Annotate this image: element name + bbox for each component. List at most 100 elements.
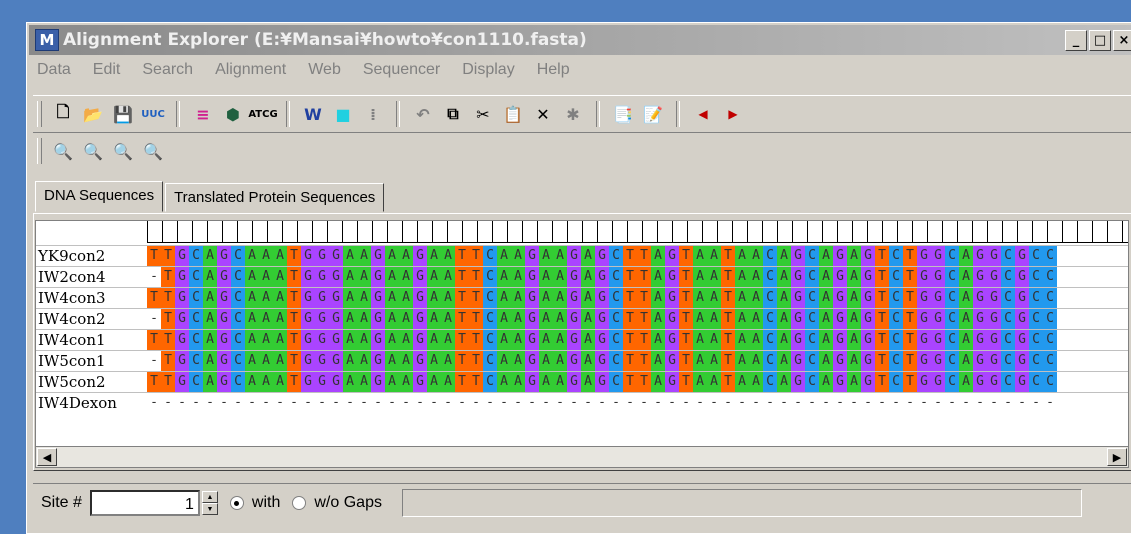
site-header-cell[interactable] xyxy=(867,221,883,243)
base-cell[interactable]: T xyxy=(147,246,161,266)
base-cell[interactable]: A xyxy=(959,351,973,371)
base-cell[interactable]: C xyxy=(483,288,497,308)
base-cell[interactable]: - xyxy=(245,393,259,413)
base-cell[interactable]: T xyxy=(637,246,651,266)
base-cell[interactable]: A xyxy=(553,267,567,287)
base-cell[interactable]: - xyxy=(819,393,833,413)
base-cell[interactable]: A xyxy=(497,267,511,287)
base-cell[interactable]: A xyxy=(553,372,567,392)
base-cell[interactable]: C xyxy=(945,372,959,392)
base-cell[interactable]: - xyxy=(497,393,511,413)
base-cell[interactable]: G xyxy=(371,330,385,350)
base-cell[interactable]: G xyxy=(931,330,945,350)
base-cell[interactable]: C xyxy=(945,267,959,287)
base-cell[interactable]: C xyxy=(1029,330,1043,350)
base-cell[interactable]: G xyxy=(595,351,609,371)
site-header-cell[interactable] xyxy=(612,221,628,243)
base-cell[interactable]: G xyxy=(861,351,875,371)
base-cell[interactable]: T xyxy=(875,246,889,266)
base-cell[interactable]: - xyxy=(1001,393,1015,413)
base-cell[interactable]: A xyxy=(693,330,707,350)
site-header-cell[interactable] xyxy=(522,221,538,243)
base-cell[interactable]: C xyxy=(889,267,903,287)
base-cell[interactable]: G xyxy=(665,246,679,266)
base-cell[interactable]: T xyxy=(623,267,637,287)
base-cell[interactable]: G xyxy=(567,372,581,392)
base-cell[interactable]: - xyxy=(875,393,889,413)
base-cell[interactable]: G xyxy=(413,309,427,329)
site-header-cell[interactable] xyxy=(447,221,463,243)
base-cell[interactable]: A xyxy=(245,351,259,371)
base-cell[interactable]: T xyxy=(455,351,469,371)
site-header-cell[interactable] xyxy=(267,221,283,243)
base-cell[interactable]: A xyxy=(203,372,217,392)
base-cell[interactable]: - xyxy=(581,393,595,413)
base-cell[interactable]: T xyxy=(623,351,637,371)
base-cell[interactable]: T xyxy=(469,309,483,329)
base-cell[interactable]: - xyxy=(147,267,161,287)
base-cell[interactable]: G xyxy=(987,246,1001,266)
base-cell[interactable]: A xyxy=(553,351,567,371)
base-cell[interactable]: G xyxy=(833,330,847,350)
base-cell[interactable]: C xyxy=(231,288,245,308)
align-web-icon[interactable]: ⬢ xyxy=(221,102,245,126)
append-icon[interactable]: 📝 xyxy=(641,102,665,126)
base-cell[interactable]: G xyxy=(301,288,315,308)
base-cell[interactable]: T xyxy=(637,351,651,371)
site-header-cell[interactable] xyxy=(957,221,973,243)
base-cell[interactable]: G xyxy=(175,372,189,392)
find-icon[interactable]: 🔍 xyxy=(51,139,75,163)
sequence-row[interactable]: TTGCAGCAAATGGGAAGAAGAATTCAAGAAGAGCTTAGTA… xyxy=(147,245,1128,266)
base-cell[interactable]: G xyxy=(567,246,581,266)
base-cell[interactable]: A xyxy=(735,372,749,392)
base-cell[interactable]: A xyxy=(385,309,399,329)
base-cell[interactable]: G xyxy=(595,288,609,308)
site-spinner[interactable]: ▲ ▼ xyxy=(201,491,218,515)
base-cell[interactable]: T xyxy=(623,330,637,350)
base-cell[interactable]: A xyxy=(847,372,861,392)
base-cell[interactable]: C xyxy=(763,309,777,329)
base-cell[interactable]: A xyxy=(203,246,217,266)
base-cell[interactable]: G xyxy=(371,267,385,287)
base-cell[interactable]: G xyxy=(1015,309,1029,329)
base-cell[interactable]: - xyxy=(847,393,861,413)
base-cell[interactable]: T xyxy=(679,372,693,392)
find-marked-icon[interactable]: 🔍 xyxy=(141,139,165,163)
base-cell[interactable]: T xyxy=(455,372,469,392)
base-cell[interactable]: - xyxy=(833,393,847,413)
base-cell[interactable]: - xyxy=(623,393,637,413)
base-cell[interactable]: T xyxy=(903,351,917,371)
base-cell[interactable]: A xyxy=(343,267,357,287)
base-cell[interactable]: G xyxy=(175,330,189,350)
base-cell[interactable]: - xyxy=(525,393,539,413)
base-cell[interactable]: A xyxy=(777,267,791,287)
base-cell[interactable]: T xyxy=(161,309,175,329)
base-cell[interactable]: - xyxy=(427,393,441,413)
base-cell[interactable]: G xyxy=(973,372,987,392)
base-cell[interactable]: G xyxy=(973,246,987,266)
base-cell[interactable]: A xyxy=(511,372,525,392)
base-cell[interactable]: A xyxy=(259,309,273,329)
base-cell[interactable]: - xyxy=(637,393,651,413)
base-cell[interactable]: G xyxy=(931,267,945,287)
base-cell[interactable]: A xyxy=(539,330,553,350)
base-cell[interactable]: A xyxy=(581,351,595,371)
site-header-cell[interactable] xyxy=(192,221,208,243)
base-cell[interactable]: T xyxy=(287,267,301,287)
base-cell[interactable]: A xyxy=(273,351,287,371)
base-cell[interactable]: T xyxy=(903,246,917,266)
base-cell[interactable]: - xyxy=(441,393,455,413)
base-cell[interactable]: G xyxy=(1015,372,1029,392)
close-button[interactable]: × xyxy=(1113,30,1131,51)
base-cell[interactable]: G xyxy=(329,309,343,329)
base-cell[interactable]: G xyxy=(861,330,875,350)
base-cell[interactable]: A xyxy=(539,351,553,371)
base-cell[interactable]: G xyxy=(329,372,343,392)
scroll-left-icon[interactable]: ◀ xyxy=(37,448,57,466)
site-header-cell[interactable] xyxy=(177,221,193,243)
site-header-cell[interactable] xyxy=(807,221,823,243)
base-cell[interactable]: G xyxy=(917,372,931,392)
sequence-name[interactable]: IW5con1 xyxy=(36,350,147,371)
site-header-cell[interactable] xyxy=(237,221,253,243)
base-cell[interactable]: C xyxy=(483,372,497,392)
